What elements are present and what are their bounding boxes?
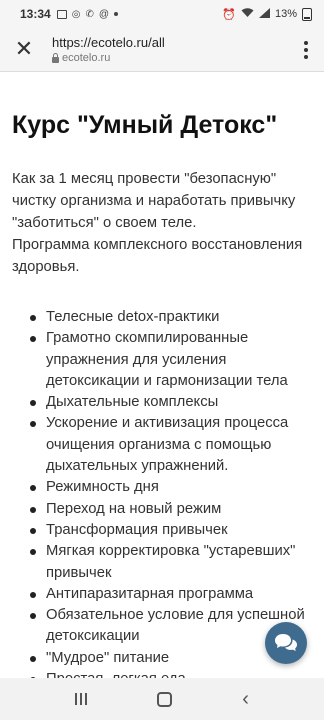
- status-time: 13:34: [20, 7, 51, 21]
- page-content: Курс "Умный Детокс" Как за 1 месяц прове…: [0, 72, 324, 682]
- signal-icon: [258, 7, 270, 21]
- viber-notification-icon: ✆: [85, 8, 94, 20]
- page-title: Курс "Умный Детокс": [12, 111, 278, 139]
- list-item: Антипаразитарная программа: [30, 584, 312, 605]
- more-vert-icon[interactable]: [296, 38, 316, 62]
- list-item: Телесные detox-практики: [30, 307, 312, 328]
- intro-line: Как за 1 месяц провести "безопасную" чис…: [12, 171, 296, 231]
- more-notifications-icon: [113, 12, 118, 16]
- feature-list: Телесные detox-практики Грамотно скомпил…: [12, 307, 312, 682]
- list-item: Режимность дня: [30, 477, 312, 498]
- domain-text: ecotelo.ru: [62, 52, 111, 64]
- url-text: https://ecotelo.ru/all: [52, 35, 165, 50]
- status-bar: 13:34 ◎ ✆ @ ⏰ 13%: [0, 0, 324, 28]
- recent-apps-icon[interactable]: [75, 693, 88, 705]
- list-item: Грамотно скомпилированные упражнения для…: [30, 328, 312, 392]
- browser-url-bar: ✕ https://ecotelo.ru/all ecotelo.ru: [0, 28, 324, 72]
- close-icon[interactable]: ✕: [12, 37, 36, 62]
- alarm-icon: ⏰: [222, 8, 236, 21]
- list-item: Переход на новый режим: [30, 499, 312, 520]
- intro-text: Как за 1 месяц провести "безопасную" чис…: [12, 168, 312, 278]
- chat-icon: [275, 634, 297, 651]
- list-item: Ускорение и активизация процесса очищени…: [30, 413, 312, 477]
- email-notification-icon: @: [98, 8, 109, 20]
- intro-line: Программа комплексного восстановления зд…: [12, 237, 303, 275]
- wifi-icon: [241, 7, 254, 21]
- battery-percent: 13%: [274, 8, 297, 20]
- gallery-notification-icon: [56, 9, 67, 19]
- whatsapp-notification-icon: ◎: [71, 8, 81, 20]
- battery-icon: [302, 7, 312, 21]
- chat-button[interactable]: [265, 622, 307, 664]
- list-item: Мягкая корректировка "устаревших" привыч…: [30, 541, 312, 584]
- lock-icon: [52, 52, 59, 63]
- home-icon[interactable]: [157, 691, 173, 707]
- list-item: Дыхательные комплексы: [30, 392, 312, 413]
- url-display[interactable]: https://ecotelo.ru/all ecotelo.ru: [52, 35, 296, 64]
- list-item: Трансформация привычек: [30, 520, 312, 541]
- system-nav-bar: ‹: [0, 678, 324, 720]
- back-icon[interactable]: ‹: [242, 689, 249, 709]
